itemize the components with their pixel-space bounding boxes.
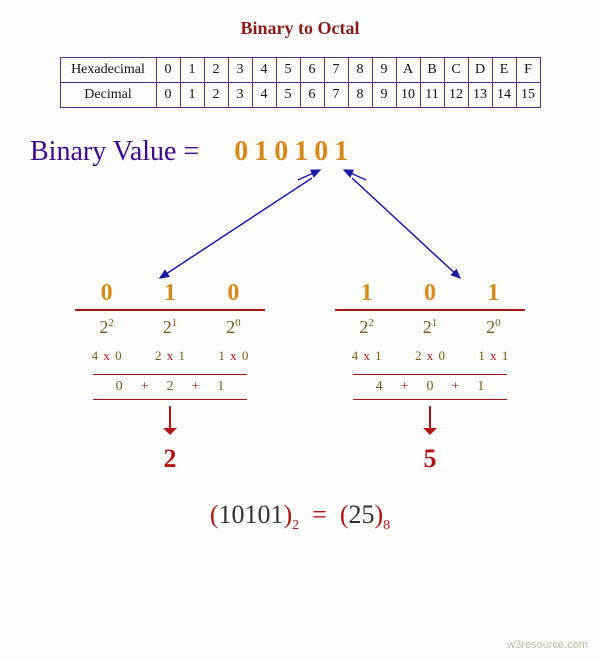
hex-cell: 4: [252, 58, 276, 83]
sum-term: 4: [376, 379, 383, 395]
bit-group-left: 0 1 0 22 21 20 4 x 0 2 x 1 1 x 0 0 + 2 +…: [75, 280, 265, 474]
power-term: 20: [486, 317, 501, 338]
footer-credit: w3resource.com: [507, 639, 588, 651]
sum-term: 1: [477, 379, 484, 395]
arrow-down-icon: [429, 406, 431, 432]
equals-sign: =: [312, 500, 327, 529]
power-term: 22: [99, 317, 114, 338]
group-container: 0 1 0 22 21 20 4 x 0 2 x 1 1 x 0 0 + 2 +…: [0, 280, 600, 474]
dec-cell: 15: [516, 83, 540, 108]
dec-cell: 12: [444, 83, 468, 108]
power-term: 21: [163, 317, 178, 338]
row1-label: Hexadecimal: [60, 58, 156, 83]
bit-digit: 0: [227, 280, 239, 307]
plus-icon: +: [141, 379, 149, 395]
binary-value-digits: 010101: [234, 136, 354, 167]
bit-digit: 0: [101, 280, 113, 307]
arrow-down-icon: [169, 406, 171, 432]
dec-cell: 14: [492, 83, 516, 108]
split-arrows-icon: [40, 168, 560, 288]
mult-term: 4 x 1: [352, 348, 382, 364]
bit-digit: 1: [361, 280, 373, 307]
dec-cell: 9: [372, 83, 396, 108]
hex-cell: C: [444, 58, 468, 83]
bit-digit: 1: [487, 280, 499, 307]
hex-cell: E: [492, 58, 516, 83]
plus-icon: +: [452, 379, 460, 395]
final-equation: (10101)2 = (25)8: [0, 500, 600, 534]
hex-cell: B: [420, 58, 444, 83]
page-title: Binary to Octal: [0, 0, 600, 39]
row2-label: Decimal: [60, 83, 156, 108]
mult-term: 2 x 0: [415, 348, 445, 364]
plus-icon: +: [192, 379, 200, 395]
mult-term: 1 x 1: [478, 348, 508, 364]
mult-term: 1 x 0: [218, 348, 248, 364]
hex-cell: 7: [324, 58, 348, 83]
hex-cell: 5: [276, 58, 300, 83]
eq-rhs-base: 8: [383, 518, 390, 533]
mult-term: 4 x 0: [92, 348, 122, 364]
dec-cell: 13: [468, 83, 492, 108]
sum-term: 0: [427, 379, 434, 395]
binary-value-label: Binary Value =: [30, 136, 199, 167]
dec-cell: 6: [300, 83, 324, 108]
dec-cell: 1: [180, 83, 204, 108]
dec-cell: 0: [156, 83, 180, 108]
dec-cell: 3: [228, 83, 252, 108]
eq-lhs-base: 2: [292, 518, 299, 533]
sum-term: 1: [217, 379, 224, 395]
group-result: 2: [75, 444, 265, 474]
hex-cell: 0: [156, 58, 180, 83]
bit-digit: 0: [424, 280, 436, 307]
eq-rhs: 25: [349, 500, 375, 529]
dec-cell: 8: [348, 83, 372, 108]
sum-term: 0: [116, 379, 123, 395]
hex-cell: 6: [300, 58, 324, 83]
hex-cell: A: [396, 58, 420, 83]
sum-term: 2: [167, 379, 174, 395]
hex-cell: 8: [348, 58, 372, 83]
dec-cell: 4: [252, 83, 276, 108]
hex-cell: D: [468, 58, 492, 83]
dec-cell: 11: [420, 83, 444, 108]
binary-value-row: Binary Value = 010101: [0, 136, 600, 168]
hex-cell: 2: [204, 58, 228, 83]
power-term: 20: [226, 317, 241, 338]
hex-cell: 9: [372, 58, 396, 83]
group-result: 5: [335, 444, 525, 474]
dec-cell: 2: [204, 83, 228, 108]
dec-cell: 5: [276, 83, 300, 108]
hex-cell: F: [516, 58, 540, 83]
hex-dec-table: Hexadecimal 0 1 2 3 4 5 6 7 8 9 A B C D …: [60, 57, 541, 108]
power-term: 21: [423, 317, 438, 338]
dec-cell: 10: [396, 83, 420, 108]
dec-cell: 7: [324, 83, 348, 108]
eq-lhs: 10101: [218, 500, 283, 529]
power-term: 22: [359, 317, 374, 338]
bit-digit: 1: [164, 280, 176, 307]
plus-icon: +: [401, 379, 409, 395]
hex-cell: 1: [180, 58, 204, 83]
hex-cell: 3: [228, 58, 252, 83]
mult-term: 2 x 1: [155, 348, 185, 364]
bit-group-right: 1 0 1 22 21 20 4 x 1 2 x 0 1 x 1 4 + 0 +…: [335, 280, 525, 474]
